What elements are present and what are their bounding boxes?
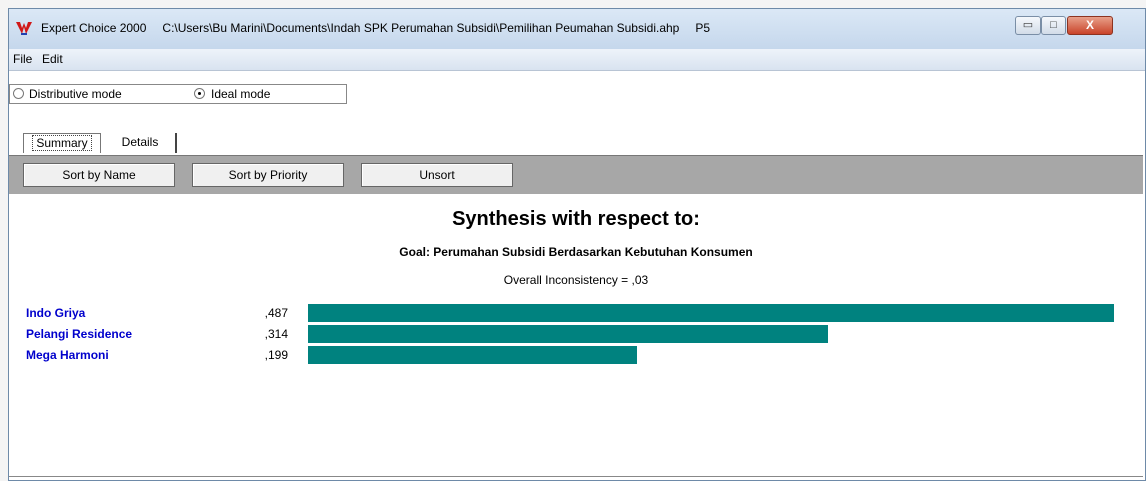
synthesis-panel: Synthesis with respect to: Goal: Perumah… (9, 194, 1143, 477)
ideal-mode-label[interactable]: Ideal mode (211, 87, 270, 101)
priority-bar (308, 304, 1114, 322)
synthesis-mode-group: Distributive mode Ideal mode (9, 84, 347, 104)
unsort-button[interactable]: Unsort (361, 163, 513, 187)
alternative-priority: ,314 (264, 327, 288, 341)
app-window: Expert Choice 2000 C:\Users\Bu Marini\Doc… (8, 8, 1146, 481)
file-path: C:\Users\Bu Marini\Documents\Indah SPK P… (162, 21, 680, 35)
sort-by-priority-button[interactable]: Sort by Priority (192, 163, 344, 187)
maximize-icon: □ (1050, 19, 1057, 31)
title-bar: Expert Choice 2000 C:\Users\Bu Marini\Doc… (9, 9, 1145, 49)
expert-choice-logo-icon (16, 22, 32, 35)
close-button[interactable]: X (1067, 16, 1113, 35)
distributive-mode-label[interactable]: Distributive mode (29, 87, 122, 101)
node-name: P5 (695, 21, 711, 35)
tab-summary-label: Summary (32, 135, 92, 151)
ideal-mode-radio[interactable] (194, 88, 205, 99)
menu-bar: File Edit (9, 49, 1145, 71)
window-title: Expert Choice 2000 C:\Users\Bu Marini\Doc… (41, 21, 726, 35)
maximize-button[interactable]: □ (1041, 16, 1066, 35)
close-icon: X (1085, 18, 1094, 32)
background-strip (0, 0, 8, 481)
tab-details[interactable]: Details (105, 133, 177, 153)
tab-summary[interactable]: Summary (23, 133, 101, 153)
synthesis-title: Synthesis with respect to: (452, 208, 700, 230)
distributive-mode-radio[interactable] (13, 88, 24, 99)
alternative-priority: ,199 (264, 348, 288, 362)
goal-label: Goal: Perumahan Subsidi Berdasarkan Kebu… (399, 245, 753, 259)
priority-bar (308, 325, 828, 343)
panel-bottom-border (9, 476, 1143, 477)
minimize-icon: ▭ (1022, 19, 1034, 31)
menu-edit[interactable]: Edit (42, 52, 63, 66)
sort-by-name-button[interactable]: Sort by Name (23, 163, 175, 187)
minimize-button[interactable]: ▭ (1015, 16, 1041, 35)
alternative-priority: ,487 (264, 306, 288, 320)
sort-toolbar: Sort by Name Sort by Priority Unsort (9, 155, 1143, 195)
tab-details-label: Details (121, 135, 159, 149)
priority-bar (308, 346, 637, 364)
inconsistency-label: Overall Inconsistency = ,03 (503, 273, 649, 287)
app-name: Expert Choice 2000 (41, 21, 147, 35)
menu-file[interactable]: File (13, 52, 32, 66)
